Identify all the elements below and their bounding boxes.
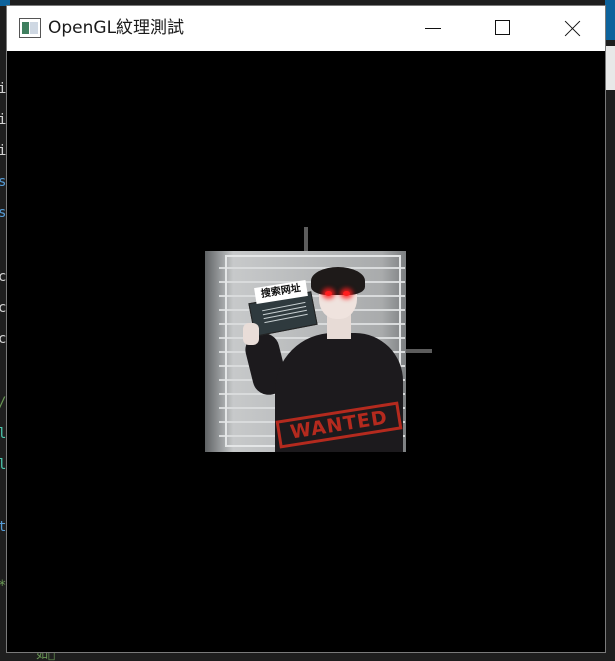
window-app-icon[interactable] (19, 18, 41, 38)
minimize-icon (425, 28, 441, 29)
title-bar[interactable]: OpenGL紋理測試 (7, 6, 605, 51)
editor-minimap-block (605, 46, 615, 90)
maximize-icon (495, 20, 510, 35)
background-editor-right-edge (605, 0, 615, 661)
person-hair (311, 267, 365, 295)
person-hand (243, 323, 259, 345)
minimize-button[interactable] (397, 6, 467, 51)
app-icon-left-panel (22, 22, 29, 34)
glowing-eye-right (343, 291, 350, 296)
close-button[interactable] (537, 6, 607, 51)
close-icon (564, 20, 581, 37)
opengl-render-viewport[interactable]: 搜索网址 WANTED (7, 51, 605, 652)
axis-line-vertical (304, 227, 308, 253)
maximize-button[interactable] (467, 6, 537, 51)
opengl-window[interactable]: OpenGL紋理測試 搜索网址 WANTED (6, 5, 606, 653)
textured-quad: 搜索网址 WANTED (205, 251, 406, 452)
axis-line-horizontal (405, 349, 432, 353)
app-icon-right-panel (30, 22, 38, 34)
window-title: OpenGL紋理測試 (48, 18, 185, 38)
glowing-eye-left (325, 291, 332, 296)
